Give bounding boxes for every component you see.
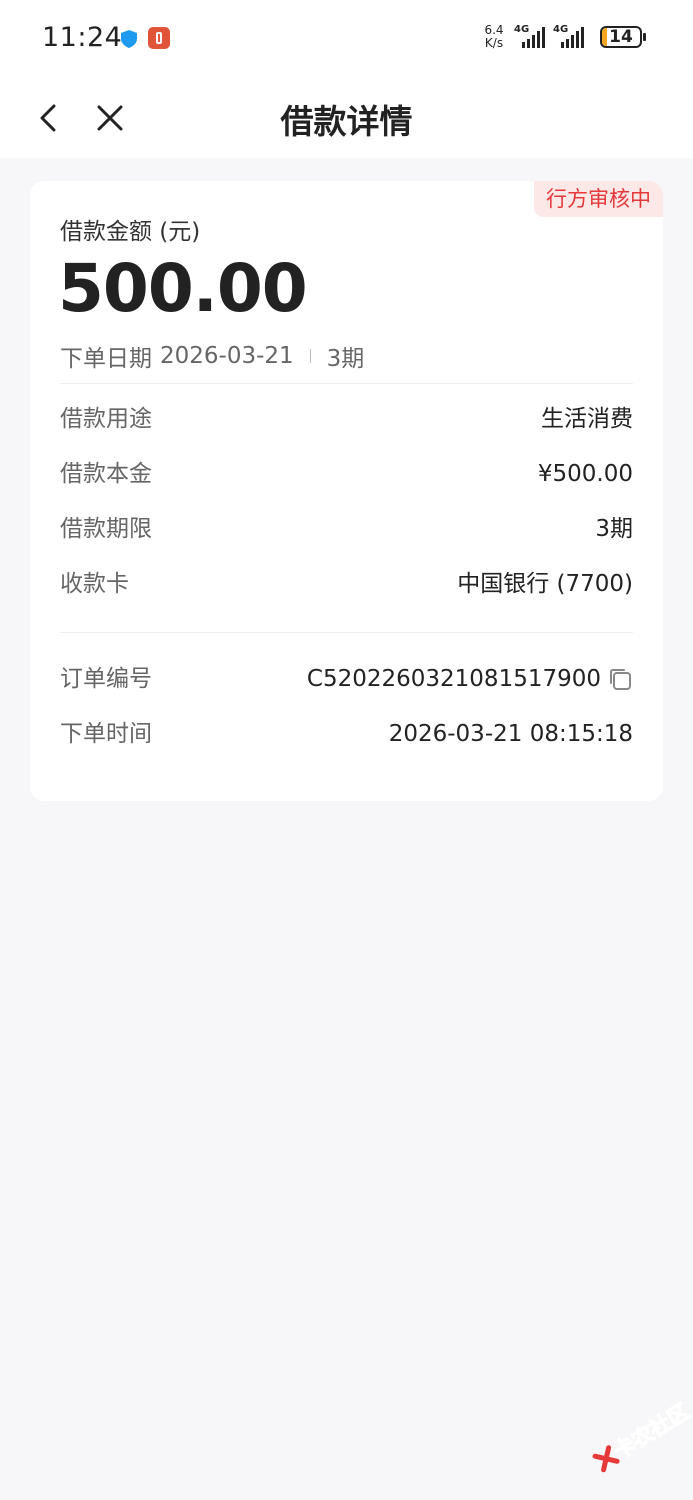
loan-detail-card: 行方审核中 借款金额 (元) 500.00 下单日期 2026-03-21 3期… xyxy=(30,181,663,801)
battery-tip xyxy=(643,33,646,41)
order-date-label: 下单日期 xyxy=(60,346,152,372)
detail-row-purpose: 借款用途 生活消费 xyxy=(60,401,633,437)
status-time: 11:24 xyxy=(42,22,123,53)
signal-strength-icon: 4G xyxy=(514,24,548,50)
status-badge: 行方审核中 xyxy=(534,181,663,217)
detail-row-order-number: 订单编号 C5202260321081517900 xyxy=(60,661,633,697)
divider xyxy=(60,383,633,384)
detail-value: 生活消费 xyxy=(541,406,633,432)
order-time-label: 下单时间 xyxy=(60,721,152,747)
page-title: 借款详情 xyxy=(280,102,413,141)
order-time-value: 2026-03-21 08:15:18 xyxy=(388,721,633,747)
network-speed: 6.4 K/s xyxy=(481,24,507,50)
detail-row-order-time: 下单时间 2026-03-21 08:15:18 xyxy=(60,716,633,752)
battery-level-text: 14 xyxy=(609,27,633,47)
detail-row-principal: 借款本金 ¥500.00 xyxy=(60,456,633,492)
detail-value: 中国银行 (7700) xyxy=(457,571,633,597)
watermark: 卡农社区 xyxy=(581,1389,693,1491)
detail-label: 借款本金 xyxy=(60,461,152,487)
signal-strength-icon: 4G xyxy=(553,24,587,50)
nav-bar: 借款详情 xyxy=(0,78,693,158)
detail-row-term: 借款期限 3期 xyxy=(60,511,633,547)
amount-label: 借款金额 (元) xyxy=(60,219,201,245)
detail-label: 收款卡 xyxy=(60,571,129,597)
battery-icon: 14 xyxy=(600,26,642,48)
order-date-value: 2026-03-21 xyxy=(160,343,294,369)
shield-icon xyxy=(121,30,137,48)
amount-value: 500.00 xyxy=(58,250,308,327)
battery-saver-app-icon xyxy=(148,27,170,49)
detail-value: ¥500.00 xyxy=(537,461,633,487)
detail-row-receiving-card: 收款卡 中国银行 (7700) xyxy=(60,566,633,602)
separator xyxy=(309,349,311,363)
divider xyxy=(60,632,633,633)
order-summary-line: 下单日期 2026-03-21 3期 xyxy=(60,339,364,373)
detail-value: 3期 xyxy=(595,516,633,542)
periods-value: 3期 xyxy=(326,346,365,372)
order-number-value: C5202260321081517900 xyxy=(306,666,601,692)
detail-label: 借款期限 xyxy=(60,516,152,542)
watermark-text: 卡农社区 xyxy=(609,1399,693,1465)
network-speed-unit: K/s xyxy=(484,36,504,50)
status-bar: 11:24 6.4 K/s 4G 4G 14 xyxy=(0,0,693,78)
detail-label: 借款用途 xyxy=(60,406,152,432)
order-number-label: 订单编号 xyxy=(60,666,152,692)
copy-icon[interactable] xyxy=(607,666,633,692)
